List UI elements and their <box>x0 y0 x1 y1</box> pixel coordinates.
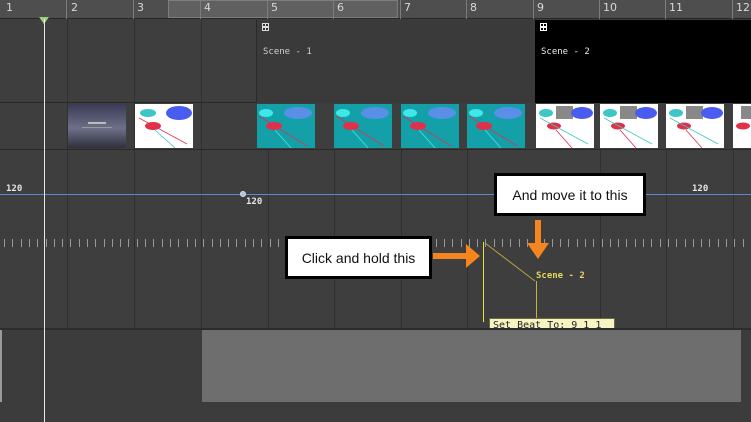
audio-region[interactable] <box>202 330 741 402</box>
instruction-callout-click: Click and hold this <box>285 236 432 279</box>
instruction-callout-move: And move it to this <box>494 173 646 216</box>
timeline-editor: 1 2 3 4 5 6 7 8 9 10 11 12 Scene - 1 Sce… <box>0 0 751 422</box>
arrow-down-icon <box>527 220 549 259</box>
playhead[interactable] <box>44 19 45 422</box>
track-edge <box>0 330 2 402</box>
scene-marker-label[interactable]: Scene - 2 <box>536 271 585 281</box>
arrow-right-icon <box>433 244 480 268</box>
